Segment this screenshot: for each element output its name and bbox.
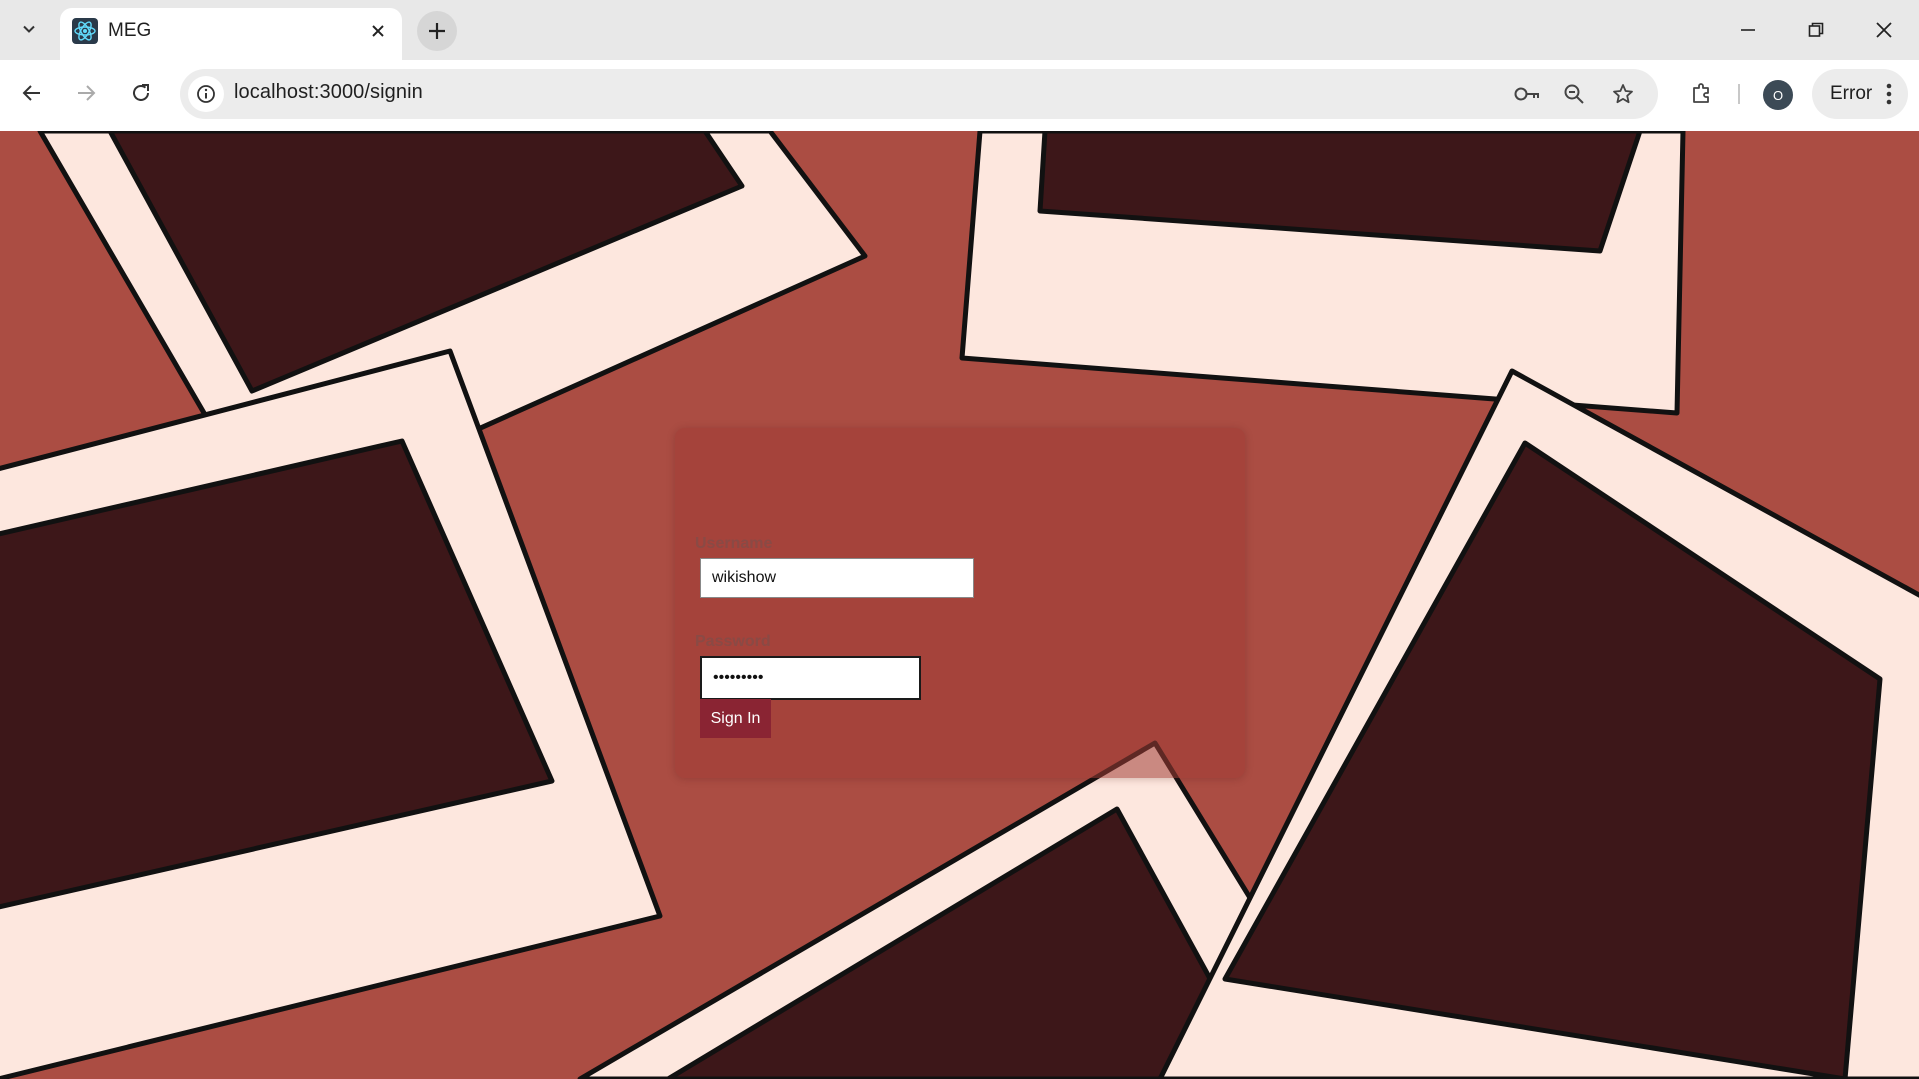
tab-close-button[interactable] [364, 17, 392, 45]
error-label: Error [1830, 83, 1873, 104]
info-icon [197, 85, 215, 103]
bookmark-button[interactable] [1606, 77, 1640, 111]
reload-button[interactable] [121, 73, 161, 113]
new-tab-button[interactable] [417, 11, 457, 51]
tab-title: MEG [108, 20, 152, 41]
arrow-right-icon [78, 85, 96, 101]
close-icon [372, 25, 384, 37]
star-icon [1613, 84, 1633, 104]
close-icon [1876, 22, 1892, 38]
minimize-button[interactable] [1714, 0, 1782, 60]
forward-button[interactable] [66, 73, 106, 113]
tab-strip: MEG [0, 0, 1919, 60]
react-atom-icon [72, 18, 98, 44]
address-bar[interactable]: localhost:3000/signin [180, 69, 1658, 119]
plus-icon [429, 23, 445, 39]
password-label: Password [695, 633, 771, 650]
zoom-out-icon [1564, 84, 1584, 104]
extensions-button[interactable] [1682, 73, 1722, 113]
url-text[interactable]: localhost:3000/signin [234, 81, 423, 104]
chevron-down-icon [23, 25, 35, 33]
password-key-button[interactable] [1510, 77, 1544, 111]
restore-button[interactable] [1782, 0, 1850, 60]
puzzle-icon [1693, 83, 1709, 103]
minimize-icon [1741, 29, 1755, 31]
reload-icon [133, 84, 149, 101]
username-input[interactable] [700, 558, 974, 598]
restore-icon [1808, 22, 1824, 37]
more-vert-icon [1886, 83, 1892, 105]
toolbar-separator [1738, 84, 1740, 104]
profile-avatar[interactable]: O [1763, 80, 1793, 110]
error-chip[interactable]: Error [1812, 69, 1908, 119]
back-button[interactable] [12, 73, 52, 113]
site-info-button[interactable] [188, 76, 224, 112]
browser-tab[interactable]: MEG [60, 8, 402, 60]
username-label: Username [695, 535, 773, 552]
zoom-button[interactable] [1557, 77, 1591, 111]
browser-toolbar: localhost:3000/signin O Error [0, 60, 1919, 132]
window-close-button[interactable] [1850, 0, 1918, 60]
menu-button[interactable] [1878, 80, 1900, 108]
signin-form: Username Password Sign In [675, 428, 1245, 778]
tab-search-button[interactable] [12, 12, 46, 46]
arrow-left-icon [22, 85, 40, 101]
key-icon [1514, 87, 1539, 101]
password-input[interactable] [700, 656, 921, 700]
page-viewport: Username Password Sign In [0, 131, 1919, 1079]
sign-in-button[interactable]: Sign In [700, 699, 771, 738]
